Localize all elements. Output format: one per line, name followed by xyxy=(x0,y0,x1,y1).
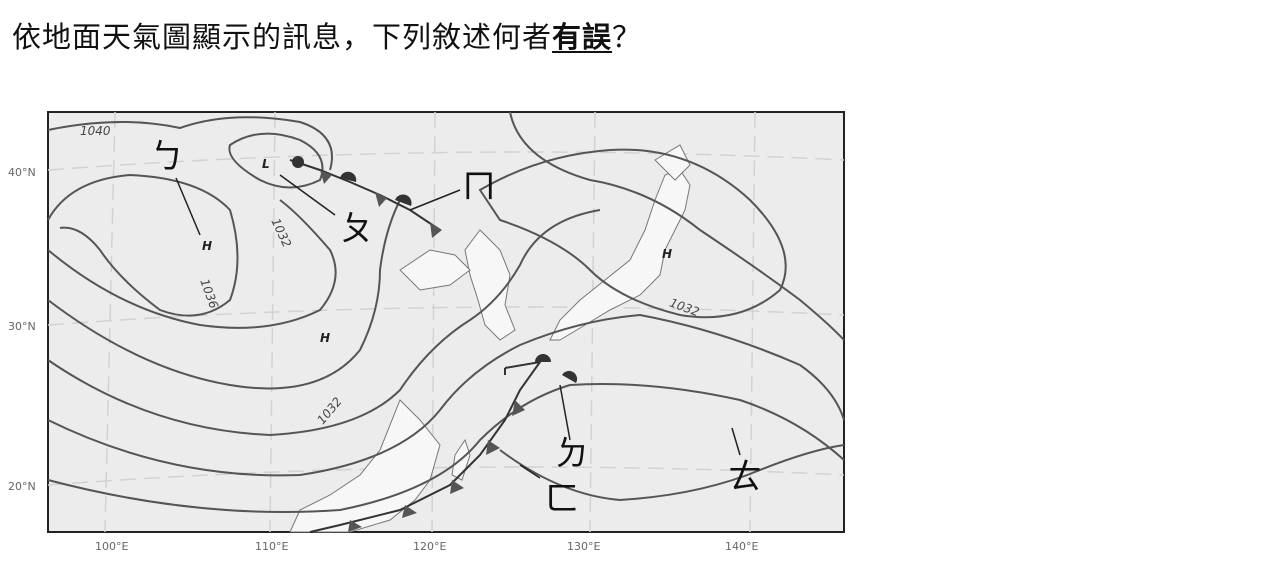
isobar-label-1040: 1040 xyxy=(80,124,111,138)
lon-label-120: 120°E xyxy=(413,540,446,553)
lat-label-30: 30°N xyxy=(8,320,36,333)
high-center-label-west: H xyxy=(202,239,212,253)
marker-bo: ㄅ xyxy=(150,137,184,177)
high-center-label-central: H xyxy=(320,331,330,345)
marker-te: ㄊ xyxy=(728,457,762,497)
lon-label-100: 100°E xyxy=(95,540,128,553)
weather-map: 1040 1032 1036 1032 1032 L H H H ㄅ ㄆ ㄇ ㄈ… xyxy=(0,100,860,570)
lon-label-110: 110°E xyxy=(255,540,288,553)
lon-label-140: 140°E xyxy=(725,540,758,553)
question-text: 依地面天氣圖顯示的訊息，下列敘述何者有誤？ xyxy=(12,14,642,56)
high-center-label-japan: H xyxy=(662,247,672,261)
marker-po: ㄆ xyxy=(340,209,374,249)
weather-map-svg: 1040 1032 1036 1032 1032 L H H H ㄅ ㄆ ㄇ ㄈ… xyxy=(8,111,845,553)
longitude-labels: 100°E 110°E 120°E 130°E 140°E xyxy=(95,540,758,553)
lat-label-40: 40°N xyxy=(8,166,36,179)
lat-label-20: 20°N xyxy=(8,480,36,493)
latitude-labels: 40°N 30°N 20°N xyxy=(8,166,36,493)
marker-fo: ㄈ xyxy=(545,479,579,519)
question-prefix: 依地面天氣圖顯示的訊息，下列敘述何者 xyxy=(12,20,553,54)
low-center-label: L xyxy=(262,157,270,171)
marker-de: ㄉ xyxy=(555,434,589,474)
question-suffix: ？ xyxy=(612,20,643,54)
lon-label-130: 130°E xyxy=(567,540,600,553)
marker-mo: ㄇ xyxy=(462,167,496,207)
question-emphasis: 有誤 xyxy=(552,20,613,54)
